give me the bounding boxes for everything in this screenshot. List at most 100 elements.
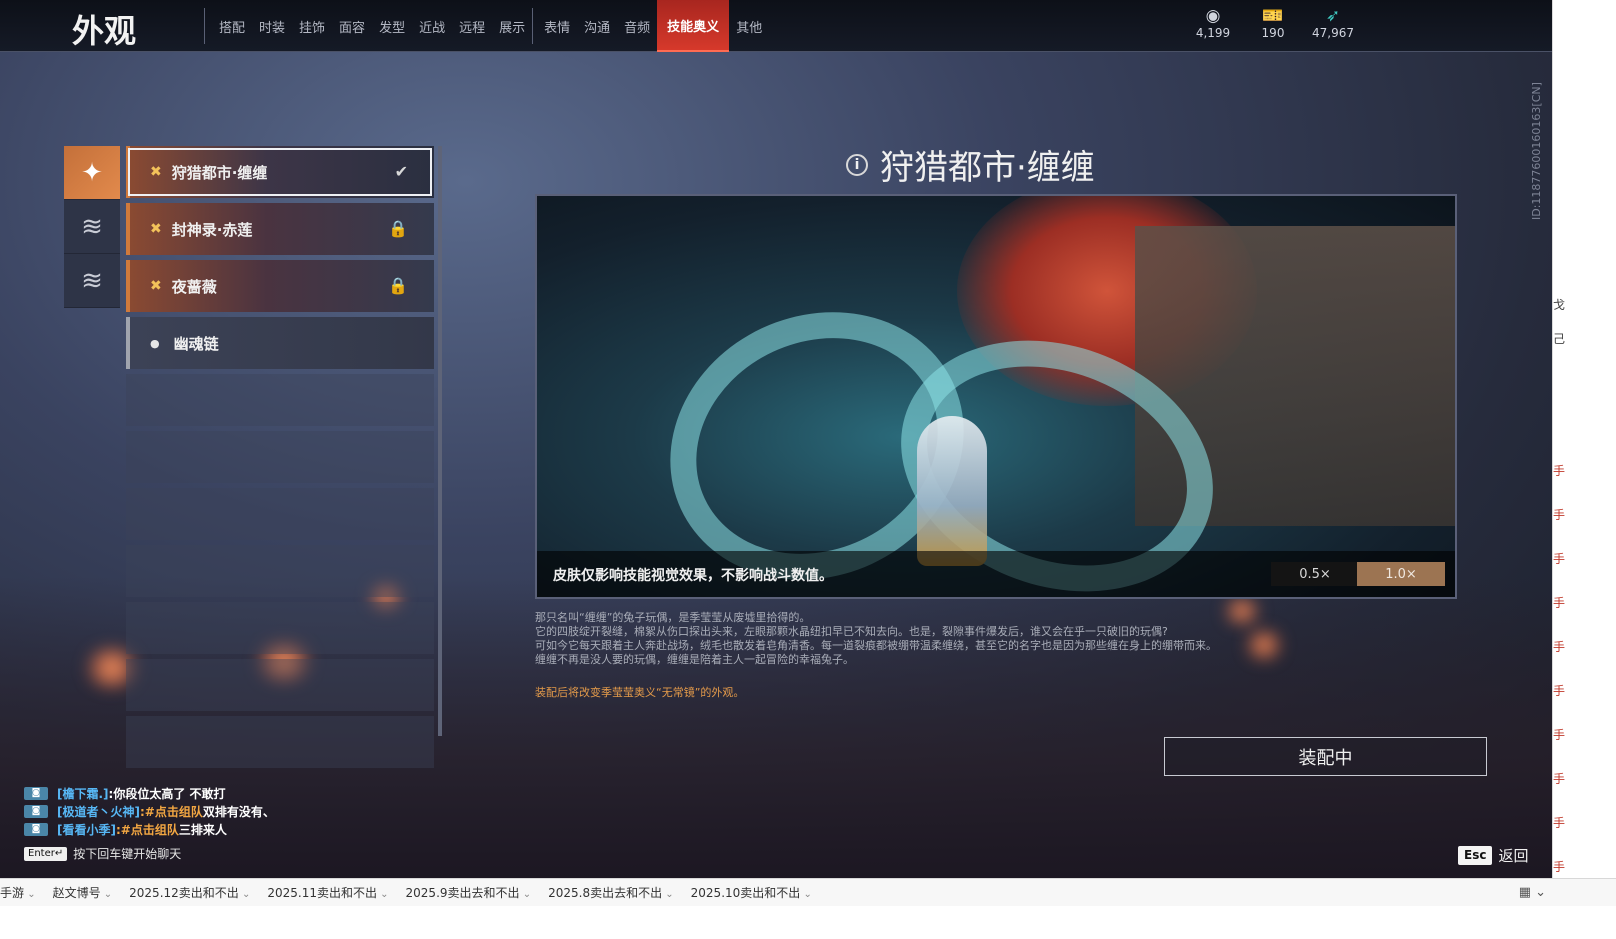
chat-panel: ◙ [檐下霜.]:你段位太高了 不敢打 ◙ [极道者丶火神]:#点击组队 双排有没有、…: [24, 784, 354, 838]
skin-list-item[interactable]: ✖ 封神录·赤莲 🔒: [126, 203, 434, 255]
swirl-icon: ≋: [81, 265, 103, 296]
skin-list-item[interactable]: ✖ 狩猎都市·缠缠 ✔: [126, 146, 434, 198]
currency-0: ◉ 4,199: [1192, 6, 1234, 40]
coin-icon: ◉: [1205, 6, 1221, 26]
tab-6[interactable]: 远程: [452, 0, 492, 52]
description-line: 可如今它每天跟着主人奔赴战场，绒毛也散发着皂角清香。每一道裂痕都被绷带温柔缠绕，…: [535, 639, 1217, 652]
bookmark-folder[interactable]: 2025.8卖出去和不出: [548, 884, 674, 901]
player-id: ID:11877600160163[CN]: [1530, 82, 1543, 220]
blade-sweep-icon: ✦: [81, 157, 103, 188]
lock-icon: 🔒: [388, 219, 408, 238]
chat-message: ◙ [看看小季]:#点击组队 三排来人: [24, 820, 354, 838]
bookmark-folder[interactable]: 2025.12卖出和不出: [129, 884, 250, 901]
tab-11[interactable]: 技能奥义: [657, 0, 730, 52]
preview-disclaimer: 皮肤仅影响技能视觉效果，不影响战斗数值。: [553, 568, 833, 584]
rarity-icon: ✖: [150, 278, 162, 294]
back-button[interactable]: Esc 返回: [1458, 845, 1528, 866]
category-tab-variant-b[interactable]: ≋: [64, 254, 120, 308]
equip-note: 装配后将改变季莹莹奥义“无常镜”的外观。: [535, 686, 745, 699]
empty-slot: [126, 659, 434, 711]
channel-icon: ◙: [24, 804, 48, 818]
speed-option-normal[interactable]: 1.0×: [1357, 562, 1445, 586]
chat-sender[interactable]: [檐下霜.]: [57, 785, 109, 802]
background-text: 手: [1553, 552, 1566, 566]
bookmark-folder[interactable]: 赵文博号: [53, 884, 113, 901]
bookmark-folder[interactable]: 2025.11卖出和不出: [267, 884, 388, 901]
currency-value: 47,967: [1312, 26, 1354, 40]
background-window-strip: 戈己手手手手手手手手手手: [1552, 0, 1616, 906]
chat-sender[interactable]: [极道者丶火神]: [57, 803, 140, 820]
tab-8[interactable]: 表情: [537, 0, 577, 52]
background-text: 手: [1553, 816, 1566, 830]
empty-slot: [126, 488, 434, 540]
background-text: 手: [1553, 860, 1566, 874]
back-label: 返回: [1498, 847, 1529, 865]
chat-hint[interactable]: Enter↵ 按下回车键开始聊天: [24, 845, 181, 862]
tab-9[interactable]: 沟通: [577, 0, 617, 52]
category-column: ✦ ≋ ≋: [64, 146, 120, 308]
tab-7[interactable]: 展示: [492, 0, 532, 52]
bookmark-folder[interactable]: 2025.10卖出和不出: [691, 884, 812, 901]
tab-10[interactable]: 音频: [617, 0, 657, 52]
ticket-icon: 🎫: [1262, 6, 1284, 26]
skill-preview: 皮肤仅影响技能视觉效果，不影响战斗数值。 0.5× 1.0×: [535, 194, 1457, 599]
empty-slot: [126, 545, 434, 597]
skin-title-text: 狩猎都市·缠缠: [880, 148, 1095, 188]
tab-3[interactable]: 面容: [332, 0, 372, 52]
channel-icon: ◙: [24, 822, 48, 836]
game-screen: 外观 搭配 时装 挂饰 面容 发型 近战 远程 展示 表情 沟通 音频 技能奥义 其他 ◉ 4,199 🎫 1…: [0, 0, 1552, 906]
empty-slot: [126, 602, 434, 654]
background-text: 手: [1553, 684, 1566, 698]
tab-5[interactable]: 近战: [412, 0, 452, 52]
browser-bookmark-bar: 手游赵文博号 2025.12卖出和不出 2025.11卖出和不出 2025.9卖出去和…: [0, 878, 1616, 906]
tab-12[interactable]: 其他: [729, 0, 769, 52]
chat-hint-text: 按下回车键开始聊天: [73, 847, 182, 861]
info-icon[interactable]: i: [846, 153, 868, 176]
currency-value: 4,199: [1195, 26, 1231, 40]
skin-list-item-label: 狩猎都市·缠缠: [171, 163, 268, 182]
empty-slot: [126, 716, 434, 768]
background-text: 手: [1553, 728, 1566, 742]
chat-text: 双排有没有、: [202, 804, 275, 819]
equip-button[interactable]: 装配中: [1164, 737, 1487, 776]
skin-list-item[interactable]: ● 幽魂链: [126, 317, 434, 369]
swirl-icon: ≋: [81, 211, 103, 242]
category-tab-variant-a[interactable]: ≋: [64, 200, 120, 254]
list-scrollbar[interactable]: [438, 146, 442, 736]
chat-text: 三排来人: [178, 822, 227, 837]
chat-sender[interactable]: [看看小季]: [57, 821, 116, 838]
tab-0[interactable]: 搭配: [212, 0, 252, 52]
rarity-icon: ✖: [150, 164, 162, 180]
team-invite-link[interactable]: :#点击组队: [140, 803, 203, 820]
divider: [204, 8, 205, 44]
background-text: 手: [1553, 596, 1566, 610]
currency-value: 190: [1261, 26, 1285, 40]
esc-key-icon: Esc: [1458, 846, 1493, 865]
background-text: 手: [1553, 464, 1566, 478]
bookmark-folder[interactable]: 2025.9卖出去和不出: [406, 884, 532, 901]
currency-1: 🎫 190: [1252, 6, 1294, 40]
currency-display: ◉ 4,199 🎫 190 ➶ 47,967: [1192, 6, 1354, 40]
skin-list: ✖ 狩猎都市·缠缠 ✔ ✖ 封神录·赤莲 🔒 ✖ 夜蔷薇 🔒 ● 幽魂链: [126, 146, 434, 773]
skin-title: i 狩猎都市·缠缠: [846, 140, 1095, 189]
lock-icon: 🔒: [388, 276, 408, 295]
description-line: 那只名叫“缠缠”的兔子玩偶，是季莹莹从废墟里拾得的。: [535, 611, 811, 624]
skin-description: 那只名叫“缠缠”的兔子玩偶，是季莹莹从废墟里拾得的。 它的四肢绽开裂缝，棉絮从伤口…: [535, 611, 1275, 667]
background-text: 己: [1553, 332, 1566, 346]
bookmark-folder[interactable]: 手游: [0, 884, 36, 901]
background-text: 手: [1553, 508, 1566, 522]
character-figure: [917, 416, 987, 566]
empty-slot: [126, 431, 434, 483]
tab-4[interactable]: 发型: [372, 0, 412, 52]
feather-icon: ➶: [1325, 6, 1341, 26]
skin-list-item[interactable]: ✖ 夜蔷薇 🔒: [126, 260, 434, 312]
enter-key-icon: Enter↵: [24, 846, 68, 861]
speed-option-half[interactable]: 0.5×: [1271, 562, 1359, 586]
check-icon: ✔: [394, 162, 408, 181]
category-tab-skill[interactable]: ✦: [64, 146, 120, 200]
divider: [532, 8, 534, 44]
team-invite-link[interactable]: :#点击组队: [116, 821, 179, 838]
tab-1[interactable]: 时装: [252, 0, 292, 52]
grid-icon[interactable]: ▦ ⌄: [1519, 885, 1546, 900]
tab-2[interactable]: 挂饰: [292, 0, 332, 52]
